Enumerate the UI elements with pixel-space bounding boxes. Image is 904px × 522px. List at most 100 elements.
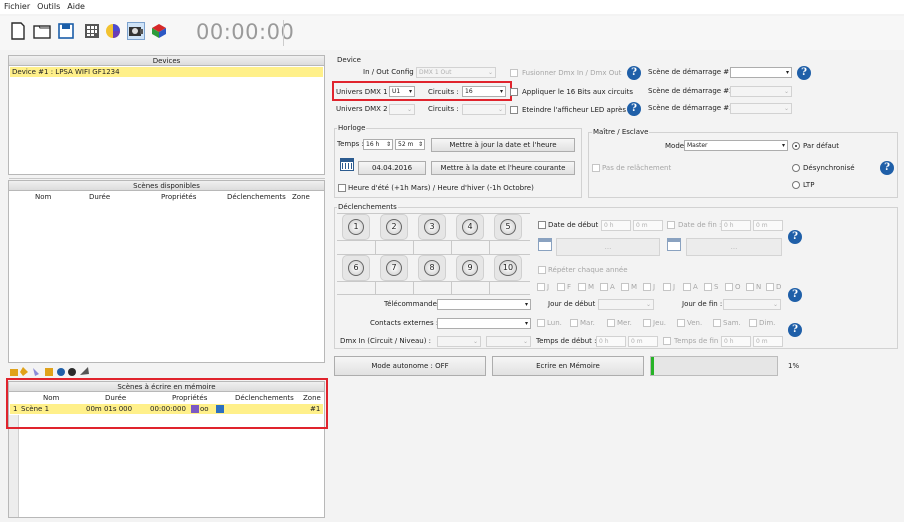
- projector-icon[interactable]: [127, 22, 145, 40]
- help-icon[interactable]: ?: [627, 66, 641, 80]
- day-dim[interactable]: Dim.: [759, 319, 775, 327]
- rgb-cube-icon[interactable]: [150, 22, 168, 40]
- date-field[interactable]: 04.04.2016: [358, 161, 426, 175]
- radio-ltp[interactable]: [792, 181, 800, 189]
- inout-config-select[interactable]: DMX 1 Out ⌄: [416, 67, 496, 78]
- day-sam[interactable]: Sam.: [723, 319, 741, 327]
- calendar-icon[interactable]: [538, 238, 552, 251]
- day-ven[interactable]: Ven.: [687, 319, 702, 327]
- univers2-select[interactable]: ⌄: [389, 104, 415, 115]
- calendar-icon[interactable]: [340, 158, 354, 171]
- trigger-pad-3[interactable]: 3: [418, 214, 446, 240]
- date-debut-minutes[interactable]: 0 m: [633, 220, 663, 231]
- current-datetime-button[interactable]: Mettre à la date et l'heure courante: [431, 161, 575, 175]
- column-proprietes[interactable]: Propriétés: [161, 193, 196, 201]
- month-a2[interactable]: A: [693, 283, 698, 291]
- menu-outils[interactable]: Outils: [33, 0, 63, 11]
- help-icon[interactable]: ?: [797, 66, 811, 80]
- dmxin-circuit-select[interactable]: ⌄: [437, 336, 481, 347]
- radio-par-defaut[interactable]: [792, 142, 800, 150]
- date-debut-picker[interactable]: ...: [556, 238, 660, 256]
- trigger-button-10[interactable]: 10: [499, 260, 517, 276]
- day-jeu[interactable]: Jeu.: [653, 319, 666, 327]
- fusion-checkbox[interactable]: [510, 69, 518, 77]
- day-mer[interactable]: Mer.: [617, 319, 632, 327]
- scene-start2-select[interactable]: ⌄: [730, 86, 792, 97]
- help-icon[interactable]: ?: [880, 161, 894, 175]
- date-debut-hours[interactable]: 0 h: [601, 220, 631, 231]
- trigger-pad-6[interactable]: 6: [342, 255, 370, 281]
- temps-debut-hours[interactable]: 0 h: [596, 336, 626, 347]
- radio-desynchronise[interactable]: [792, 164, 800, 172]
- mode-select[interactable]: Master ▾: [684, 140, 788, 151]
- month-o[interactable]: O: [735, 283, 741, 291]
- ecrire-memoire-button[interactable]: Ecrire en Mémoire: [492, 356, 644, 376]
- new-file-icon[interactable]: [9, 22, 27, 40]
- month-j[interactable]: J: [547, 283, 549, 291]
- trigger-button-2[interactable]: 2: [386, 219, 402, 235]
- trigger-pad-10[interactable]: 10: [494, 255, 522, 281]
- trigger-button-5[interactable]: 5: [500, 219, 516, 235]
- trigger-pad-5[interactable]: 5: [494, 214, 522, 240]
- save-icon[interactable]: [57, 22, 75, 40]
- month-d[interactable]: D: [776, 283, 781, 291]
- trigger-pad-2[interactable]: 2: [380, 214, 408, 240]
- column-zone[interactable]: Zone: [292, 193, 310, 201]
- temps-debut-minutes[interactable]: 0 m: [628, 336, 658, 347]
- date-fin-hours[interactable]: 0 h: [721, 220, 751, 231]
- month-s[interactable]: S: [714, 283, 718, 291]
- help-icon[interactable]: ?: [788, 323, 802, 337]
- jour-debut-select[interactable]: ⌄: [598, 299, 654, 310]
- menu-aide[interactable]: Aide: [63, 0, 88, 11]
- trigger-button-9[interactable]: 9: [462, 260, 478, 276]
- day-lun[interactable]: Lun.: [547, 319, 562, 327]
- circuits2-select[interactable]: ⌄: [462, 104, 506, 115]
- date-fin-checkbox[interactable]: [667, 221, 675, 229]
- month-m[interactable]: M: [588, 283, 594, 291]
- column-nom[interactable]: Nom: [35, 193, 51, 201]
- menu-fichier[interactable]: Fichier: [0, 0, 33, 11]
- pas-relachement-checkbox[interactable]: [592, 164, 600, 172]
- day-mar[interactable]: Mar.: [580, 319, 595, 327]
- trigger-pad-4[interactable]: 4: [456, 214, 484, 240]
- device-row[interactable]: Device #1 : LPSA WIFI GF1234: [10, 67, 323, 77]
- trigger-button-3[interactable]: 3: [424, 219, 440, 235]
- column-duree[interactable]: Durée: [89, 193, 110, 201]
- help-icon[interactable]: ?: [788, 230, 802, 244]
- mode-autonome-button[interactable]: Mode autonome : OFF: [334, 356, 486, 376]
- temps-fin-checkbox[interactable]: [663, 337, 671, 345]
- trigger-button-4[interactable]: 4: [462, 219, 478, 235]
- help-icon[interactable]: ?: [788, 288, 802, 302]
- trigger-button-8[interactable]: 8: [424, 260, 440, 276]
- update-datetime-button[interactable]: Mettre à jour la date et l'heure: [431, 138, 575, 152]
- date-fin-minutes[interactable]: 0 m: [753, 220, 783, 231]
- trigger-pad-7[interactable]: 7: [380, 255, 408, 281]
- column-declenchements[interactable]: Déclenchements: [227, 193, 286, 201]
- dmxin-level-select[interactable]: ⌄: [486, 336, 531, 347]
- trigger-button-7[interactable]: 7: [386, 260, 402, 276]
- telecommande-select[interactable]: ▾: [437, 299, 531, 310]
- temps-fin-minutes[interactable]: 0 m: [753, 336, 783, 347]
- minutes-spinner[interactable]: 52 m ⇕: [395, 139, 425, 150]
- trigger-button-6[interactable]: 6: [348, 260, 364, 276]
- trigger-pad-1[interactable]: 1: [342, 214, 370, 240]
- month-j3[interactable]: J: [673, 283, 675, 291]
- month-a[interactable]: A: [610, 283, 615, 291]
- date-debut-checkbox[interactable]: [538, 221, 546, 229]
- temps-fin-hours[interactable]: 0 h: [721, 336, 751, 347]
- calculator-icon[interactable]: [83, 22, 101, 40]
- month-j2[interactable]: J: [653, 283, 655, 291]
- apply16-checkbox[interactable]: [510, 88, 518, 96]
- trigger-button-1[interactable]: 1: [348, 219, 364, 235]
- trigger-pad-9[interactable]: 9: [456, 255, 484, 281]
- scene-start1-select[interactable]: ▾: [730, 67, 792, 78]
- month-m2[interactable]: M: [631, 283, 637, 291]
- trigger-pad-8[interactable]: 8: [418, 255, 446, 281]
- repeter-checkbox[interactable]: [538, 266, 546, 274]
- summer-time-checkbox[interactable]: [338, 184, 346, 192]
- color-wheel-icon[interactable]: [104, 22, 122, 40]
- eteindre-checkbox[interactable]: [510, 106, 518, 114]
- date-fin-picker[interactable]: ...: [686, 238, 782, 256]
- splitter-top[interactable]: [9, 178, 325, 179]
- calendar-icon[interactable]: [667, 238, 681, 251]
